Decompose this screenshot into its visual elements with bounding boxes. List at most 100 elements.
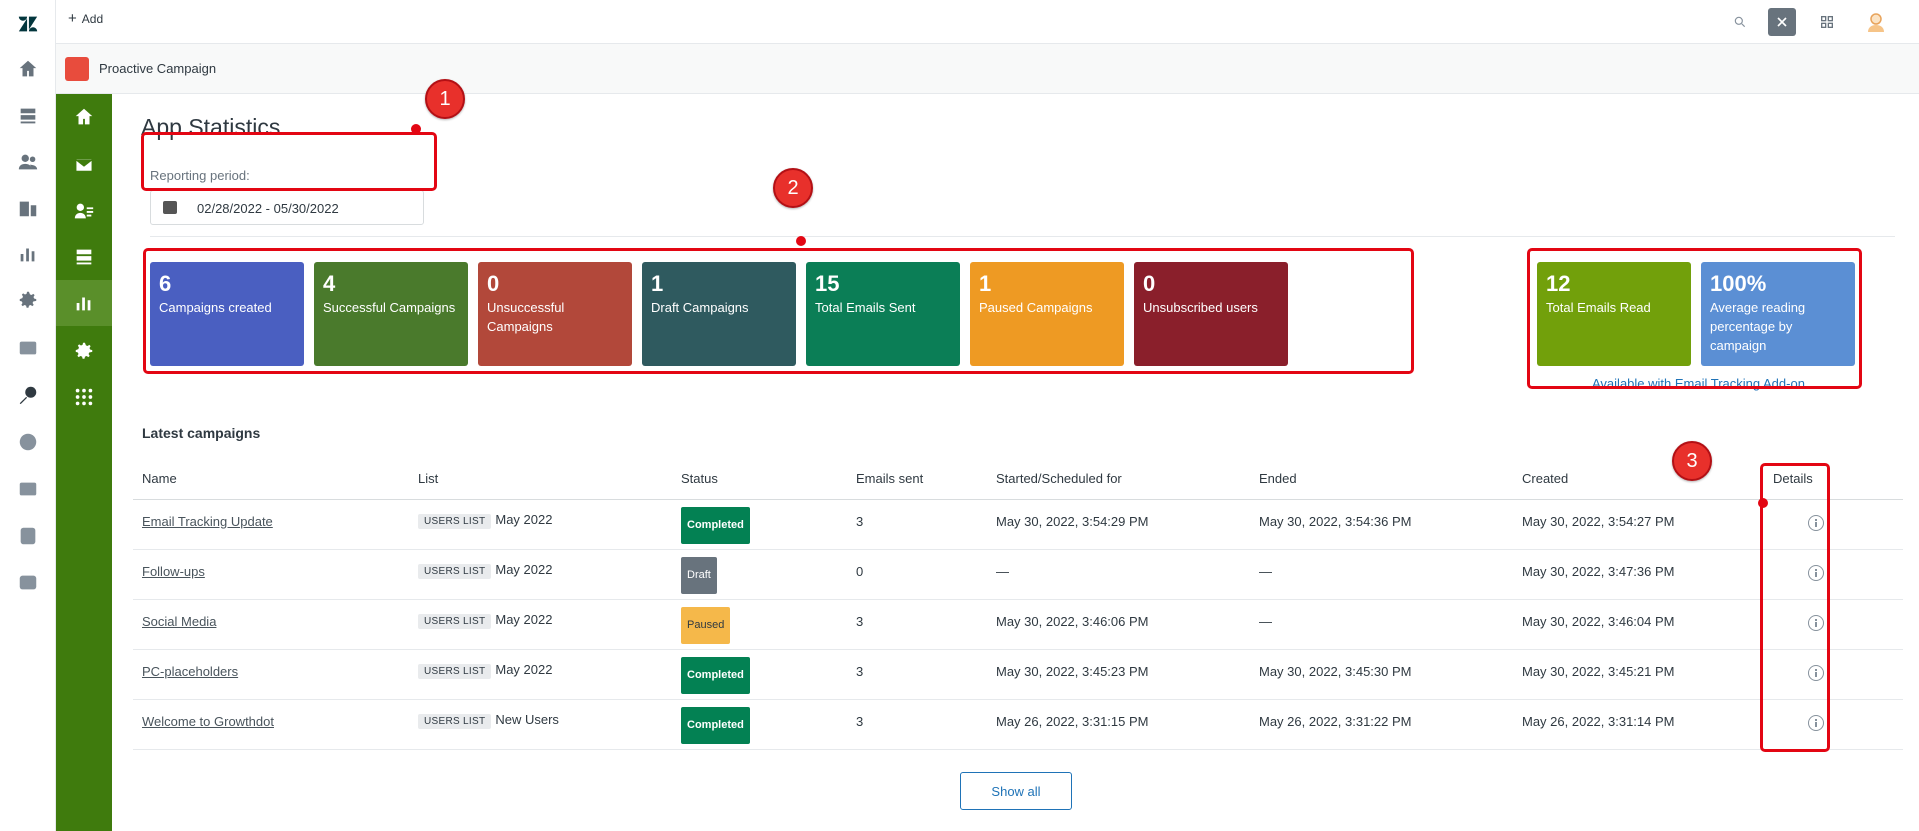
home-icon[interactable] bbox=[14, 55, 42, 83]
status-badge: Completed bbox=[681, 507, 750, 544]
shield-app-icon[interactable] bbox=[14, 522, 42, 550]
add-label: Add bbox=[81, 12, 104, 26]
search-icon[interactable] bbox=[1726, 8, 1754, 36]
reporting-period-value: 02/28/2022 - 05/30/2022 bbox=[197, 201, 339, 216]
app-nav-home-icon[interactable] bbox=[56, 94, 112, 140]
top-bar: + Add bbox=[56, 0, 1919, 44]
app-nav-more-apps-icon[interactable] bbox=[56, 374, 112, 420]
col-created: Created bbox=[1522, 471, 1569, 486]
campaign-name-link[interactable]: Follow-ups bbox=[142, 564, 205, 579]
reporting-period-picker[interactable]: 02/28/2022 - 05/30/2022 bbox=[150, 190, 424, 225]
campaign-name-link[interactable]: PC-placeholders bbox=[142, 664, 238, 679]
global-nav bbox=[0, 0, 56, 831]
main-content: App Statistics Reporting period: 02/28/2… bbox=[112, 79, 1919, 831]
started-time: May 30, 2022, 3:46:06 PM bbox=[996, 614, 1149, 629]
app-nav-campaigns-icon[interactable] bbox=[56, 142, 112, 188]
col-name: Name bbox=[142, 471, 177, 486]
table-row: Follow-ups USERS LIST May 2022 Draft 0 — — May … bbox=[133, 550, 1903, 600]
latest-campaigns-title: Latest campaigns bbox=[142, 425, 261, 441]
list-tag: USERS LIST bbox=[418, 614, 492, 629]
annotation-box-1 bbox=[141, 132, 437, 191]
emails-sent: 3 bbox=[856, 664, 864, 679]
col-started: Started/Scheduled for bbox=[996, 471, 1122, 486]
annotation-badge-3: 3 bbox=[1672, 441, 1712, 481]
created-time: May 30, 2022, 3:47:36 PM bbox=[1522, 564, 1675, 579]
show-all-button[interactable]: Show all bbox=[960, 772, 1072, 810]
list-name: May 2022 bbox=[495, 562, 553, 577]
annotation-badge-1: 1 bbox=[425, 79, 465, 119]
status-badge: Completed bbox=[681, 657, 750, 694]
emails-sent: 3 bbox=[856, 514, 864, 529]
campaign-name-link[interactable]: Social Media bbox=[142, 614, 216, 629]
reporting-icon[interactable] bbox=[14, 240, 42, 268]
started-time: May 30, 2022, 3:45:23 PM bbox=[996, 664, 1149, 679]
apps-grid-icon[interactable] bbox=[1813, 8, 1841, 36]
started-time: May 30, 2022, 3:54:29 PM bbox=[996, 514, 1149, 529]
annotation-box-2 bbox=[143, 248, 1414, 374]
user-avatar[interactable] bbox=[1862, 8, 1890, 36]
table-row: Email Tracking Update USERS LIST May 2022 C… bbox=[133, 500, 1903, 550]
started-time: — bbox=[996, 564, 1009, 579]
close-app-icon[interactable] bbox=[1768, 8, 1796, 36]
emails-sent: 3 bbox=[856, 714, 864, 729]
emails-sent: 3 bbox=[856, 614, 864, 629]
views-icon[interactable] bbox=[14, 102, 42, 130]
admin-gear-icon[interactable] bbox=[14, 286, 42, 314]
calendar-icon bbox=[163, 201, 177, 214]
col-list: List bbox=[418, 471, 439, 486]
ended-time: May 30, 2022, 3:45:30 PM bbox=[1259, 664, 1412, 679]
zendesk-logo-icon[interactable] bbox=[14, 10, 42, 38]
app-c-icon[interactable] bbox=[14, 428, 42, 456]
chat-app-icon[interactable] bbox=[14, 569, 42, 597]
table-row: PC-placeholders USERS LIST May 2022 Complet… bbox=[133, 650, 1903, 700]
created-time: May 30, 2022, 3:54:27 PM bbox=[1522, 514, 1675, 529]
col-status: Status bbox=[681, 471, 718, 486]
created-time: May 26, 2022, 3:31:14 PM bbox=[1522, 714, 1675, 729]
col-emails-sent: Emails sent bbox=[856, 471, 924, 486]
plus-icon: + bbox=[68, 10, 77, 27]
table-header: Name List Status Emails sent Started/Sch… bbox=[133, 460, 1903, 500]
status-badge: Completed bbox=[681, 707, 750, 744]
status-badge: Draft bbox=[681, 557, 717, 594]
ended-time: — bbox=[1259, 614, 1272, 629]
list-tag: USERS LIST bbox=[418, 514, 492, 529]
app-nav-contacts-icon[interactable] bbox=[56, 188, 112, 234]
annotation-box-3 bbox=[1760, 463, 1830, 752]
email-app-icon[interactable] bbox=[14, 334, 42, 362]
list-name: May 2022 bbox=[495, 512, 553, 527]
campaigns-table: Name List Status Emails sent Started/Sch… bbox=[133, 460, 1903, 750]
divider bbox=[150, 236, 1895, 237]
app-header: Proactive Campaign bbox=[56, 44, 1919, 94]
status-badge: Paused bbox=[681, 607, 731, 644]
app-nav-statistics-icon[interactable] bbox=[56, 280, 112, 326]
created-time: May 30, 2022, 3:46:04 PM bbox=[1522, 614, 1675, 629]
table-row: Social Media USERS LIST May 2022 Paused 3 May… bbox=[133, 600, 1903, 650]
emails-sent: 0 bbox=[856, 564, 864, 579]
list-tag: USERS LIST bbox=[418, 664, 492, 679]
proactive-campaign-app-icon[interactable] bbox=[14, 381, 42, 409]
customers-icon[interactable] bbox=[14, 148, 42, 176]
app-nav bbox=[56, 94, 112, 831]
ended-time: May 30, 2022, 3:54:36 PM bbox=[1259, 514, 1412, 529]
annotation-badge-2: 2 bbox=[773, 168, 813, 208]
campaign-name-link[interactable]: Welcome to Growthdot bbox=[142, 714, 274, 729]
list-name: May 2022 bbox=[495, 662, 553, 677]
list-tag: USERS LIST bbox=[418, 714, 492, 729]
app-nav-lists-icon[interactable] bbox=[56, 234, 112, 280]
add-button[interactable]: + Add bbox=[68, 10, 104, 27]
campaign-name-link[interactable]: Email Tracking Update bbox=[142, 514, 273, 529]
video-app-icon[interactable] bbox=[14, 475, 42, 503]
annotation-dot-1 bbox=[411, 124, 421, 134]
app-title: Proactive Campaign bbox=[99, 61, 217, 76]
annotation-dot-2 bbox=[796, 236, 806, 246]
table-body: Email Tracking Update USERS LIST May 2022 C… bbox=[133, 500, 1903, 750]
proactive-campaign-logo-icon bbox=[65, 57, 89, 81]
organizations-icon[interactable] bbox=[14, 194, 42, 222]
col-ended: Ended bbox=[1259, 471, 1297, 486]
list-name: New Users bbox=[495, 712, 559, 727]
ended-time: May 26, 2022, 3:31:22 PM bbox=[1259, 714, 1412, 729]
ended-time: — bbox=[1259, 564, 1272, 579]
table-row: Welcome to Growthdot USERS LIST New Users C… bbox=[133, 700, 1903, 750]
app-nav-settings-icon[interactable] bbox=[56, 328, 112, 374]
started-time: May 26, 2022, 3:31:15 PM bbox=[996, 714, 1149, 729]
